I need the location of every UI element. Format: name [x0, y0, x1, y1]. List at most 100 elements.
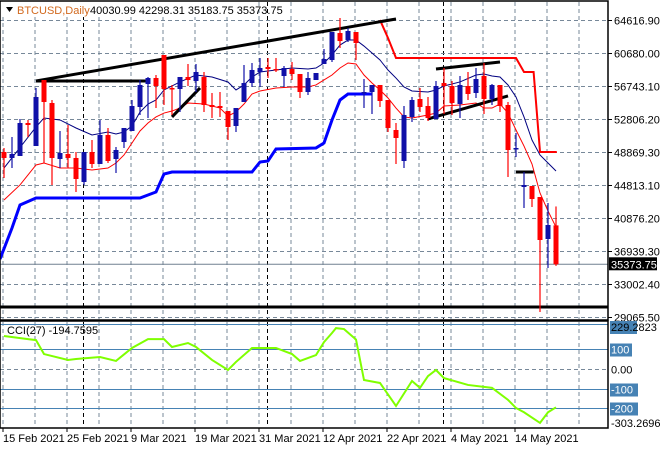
- candle-body: [401, 114, 407, 161]
- candle: [185, 63, 191, 86]
- candle: [281, 65, 287, 87]
- cci-tick-label: 100: [611, 345, 629, 357]
- candle: [313, 72, 319, 80]
- candle-body: [513, 147, 519, 150]
- candle-body: [329, 32, 335, 60]
- candle: [321, 49, 327, 64]
- candle-body: [273, 68, 279, 71]
- candle-body: [153, 78, 159, 86]
- candle-body: [449, 85, 455, 103]
- candle-body: [57, 152, 63, 159]
- candle-body: [289, 68, 295, 74]
- candle: [273, 58, 279, 72]
- price-tick-label: 44813.10: [614, 181, 660, 193]
- candle-body: [457, 84, 463, 104]
- candle: [65, 124, 71, 168]
- date-tick-label: 9 Mar 2021: [131, 433, 187, 445]
- candle: [505, 102, 511, 177]
- date-tick-label: 12 Apr 2021: [323, 433, 382, 445]
- price-tick-label: 60680.00: [614, 49, 660, 61]
- candle-body: [193, 71, 199, 81]
- candle-body: [257, 68, 263, 72]
- candle-body: [249, 69, 255, 83]
- candle-body: [121, 127, 127, 143]
- candle: [329, 32, 335, 63]
- candle: [393, 122, 399, 164]
- candle: [113, 146, 119, 173]
- candle-body: [369, 84, 375, 92]
- candle: [161, 55, 167, 105]
- candle: [129, 99, 135, 131]
- cci-tick-label: -303.2696: [611, 418, 660, 430]
- candle-body: [49, 102, 55, 158]
- candle: [449, 80, 455, 115]
- chart-canvas[interactable]: 64616.90 60680.00 56743.10 52806.20 48869.30…: [0, 0, 660, 450]
- cci-title: CCI(27) -194.7595: [7, 325, 98, 337]
- symbol-label: BTCUSD,Daily: [17, 5, 90, 17]
- cci-tick-label: -100: [611, 385, 633, 397]
- candle: [97, 119, 103, 164]
- candle-body: [241, 82, 247, 103]
- candle-body: [201, 76, 207, 105]
- date-tick-label: 31 Mar 2021: [259, 433, 321, 445]
- candle-body: [377, 84, 383, 101]
- cci-tick-label: 0.00: [611, 365, 632, 377]
- candle-body: [417, 99, 423, 107]
- price-tick-label: 36939.30: [614, 247, 660, 259]
- chart-header: BTCUSD,Daily 40030.99 42298.31 35183.75 …: [2, 2, 283, 17]
- price-tick-label: 40876.20: [614, 214, 660, 226]
- candle: [369, 84, 375, 114]
- trendline: [170, 86, 202, 119]
- price-tick-label: 64616.90: [614, 16, 660, 28]
- candle-body: [17, 122, 23, 156]
- candle-body: [137, 84, 143, 107]
- candle-body: [161, 55, 167, 89]
- candle-body: [177, 76, 183, 89]
- candle-body: [433, 85, 439, 119]
- date-tick-label: 14 May 2021: [515, 433, 579, 445]
- price-tick-label: 56743.10: [614, 82, 660, 94]
- candle: [121, 127, 127, 148]
- grid: [0, 2, 608, 427]
- candle: [225, 110, 231, 140]
- candle-body: [25, 122, 31, 125]
- candle-body: [505, 104, 511, 150]
- candle-body: [545, 224, 551, 239]
- candle: [201, 71, 207, 112]
- candle-body: [497, 84, 503, 106]
- candle: [433, 80, 439, 119]
- candle-body: [233, 107, 239, 126]
- candle: [345, 28, 351, 43]
- cci-header: CCI(27) -194.7595: [7, 325, 98, 337]
- candle-body: [553, 225, 559, 265]
- candle-body: [265, 66, 271, 69]
- candle: [57, 130, 63, 168]
- candle-body: [225, 110, 231, 127]
- candle: [289, 62, 295, 80]
- candle: [465, 71, 471, 100]
- date-tick-label: 15 Feb 2021: [3, 433, 65, 445]
- trendline: [35, 17, 397, 83]
- candle-body: [345, 31, 351, 40]
- candle-body: [481, 75, 487, 100]
- candle-body: [105, 134, 111, 161]
- candle: [209, 92, 215, 118]
- candle-body: [185, 76, 191, 80]
- candle-body: [297, 73, 303, 92]
- date-tick-label: 25 Feb 2021: [67, 433, 129, 445]
- candle-body: [305, 78, 311, 92]
- candle: [153, 75, 159, 108]
- candle: [553, 206, 559, 266]
- candle-body: [113, 149, 119, 159]
- candle-body: [537, 196, 543, 240]
- candle-body: [9, 153, 15, 158]
- candle: [233, 107, 239, 132]
- candle-body: [217, 105, 223, 108]
- candle-body: [65, 153, 71, 158]
- candle: [81, 151, 87, 185]
- candle: [473, 68, 479, 99]
- candle-body: [145, 78, 151, 84]
- candle: [33, 88, 39, 146]
- candle-body: [209, 104, 215, 107]
- candle: [305, 71, 311, 96]
